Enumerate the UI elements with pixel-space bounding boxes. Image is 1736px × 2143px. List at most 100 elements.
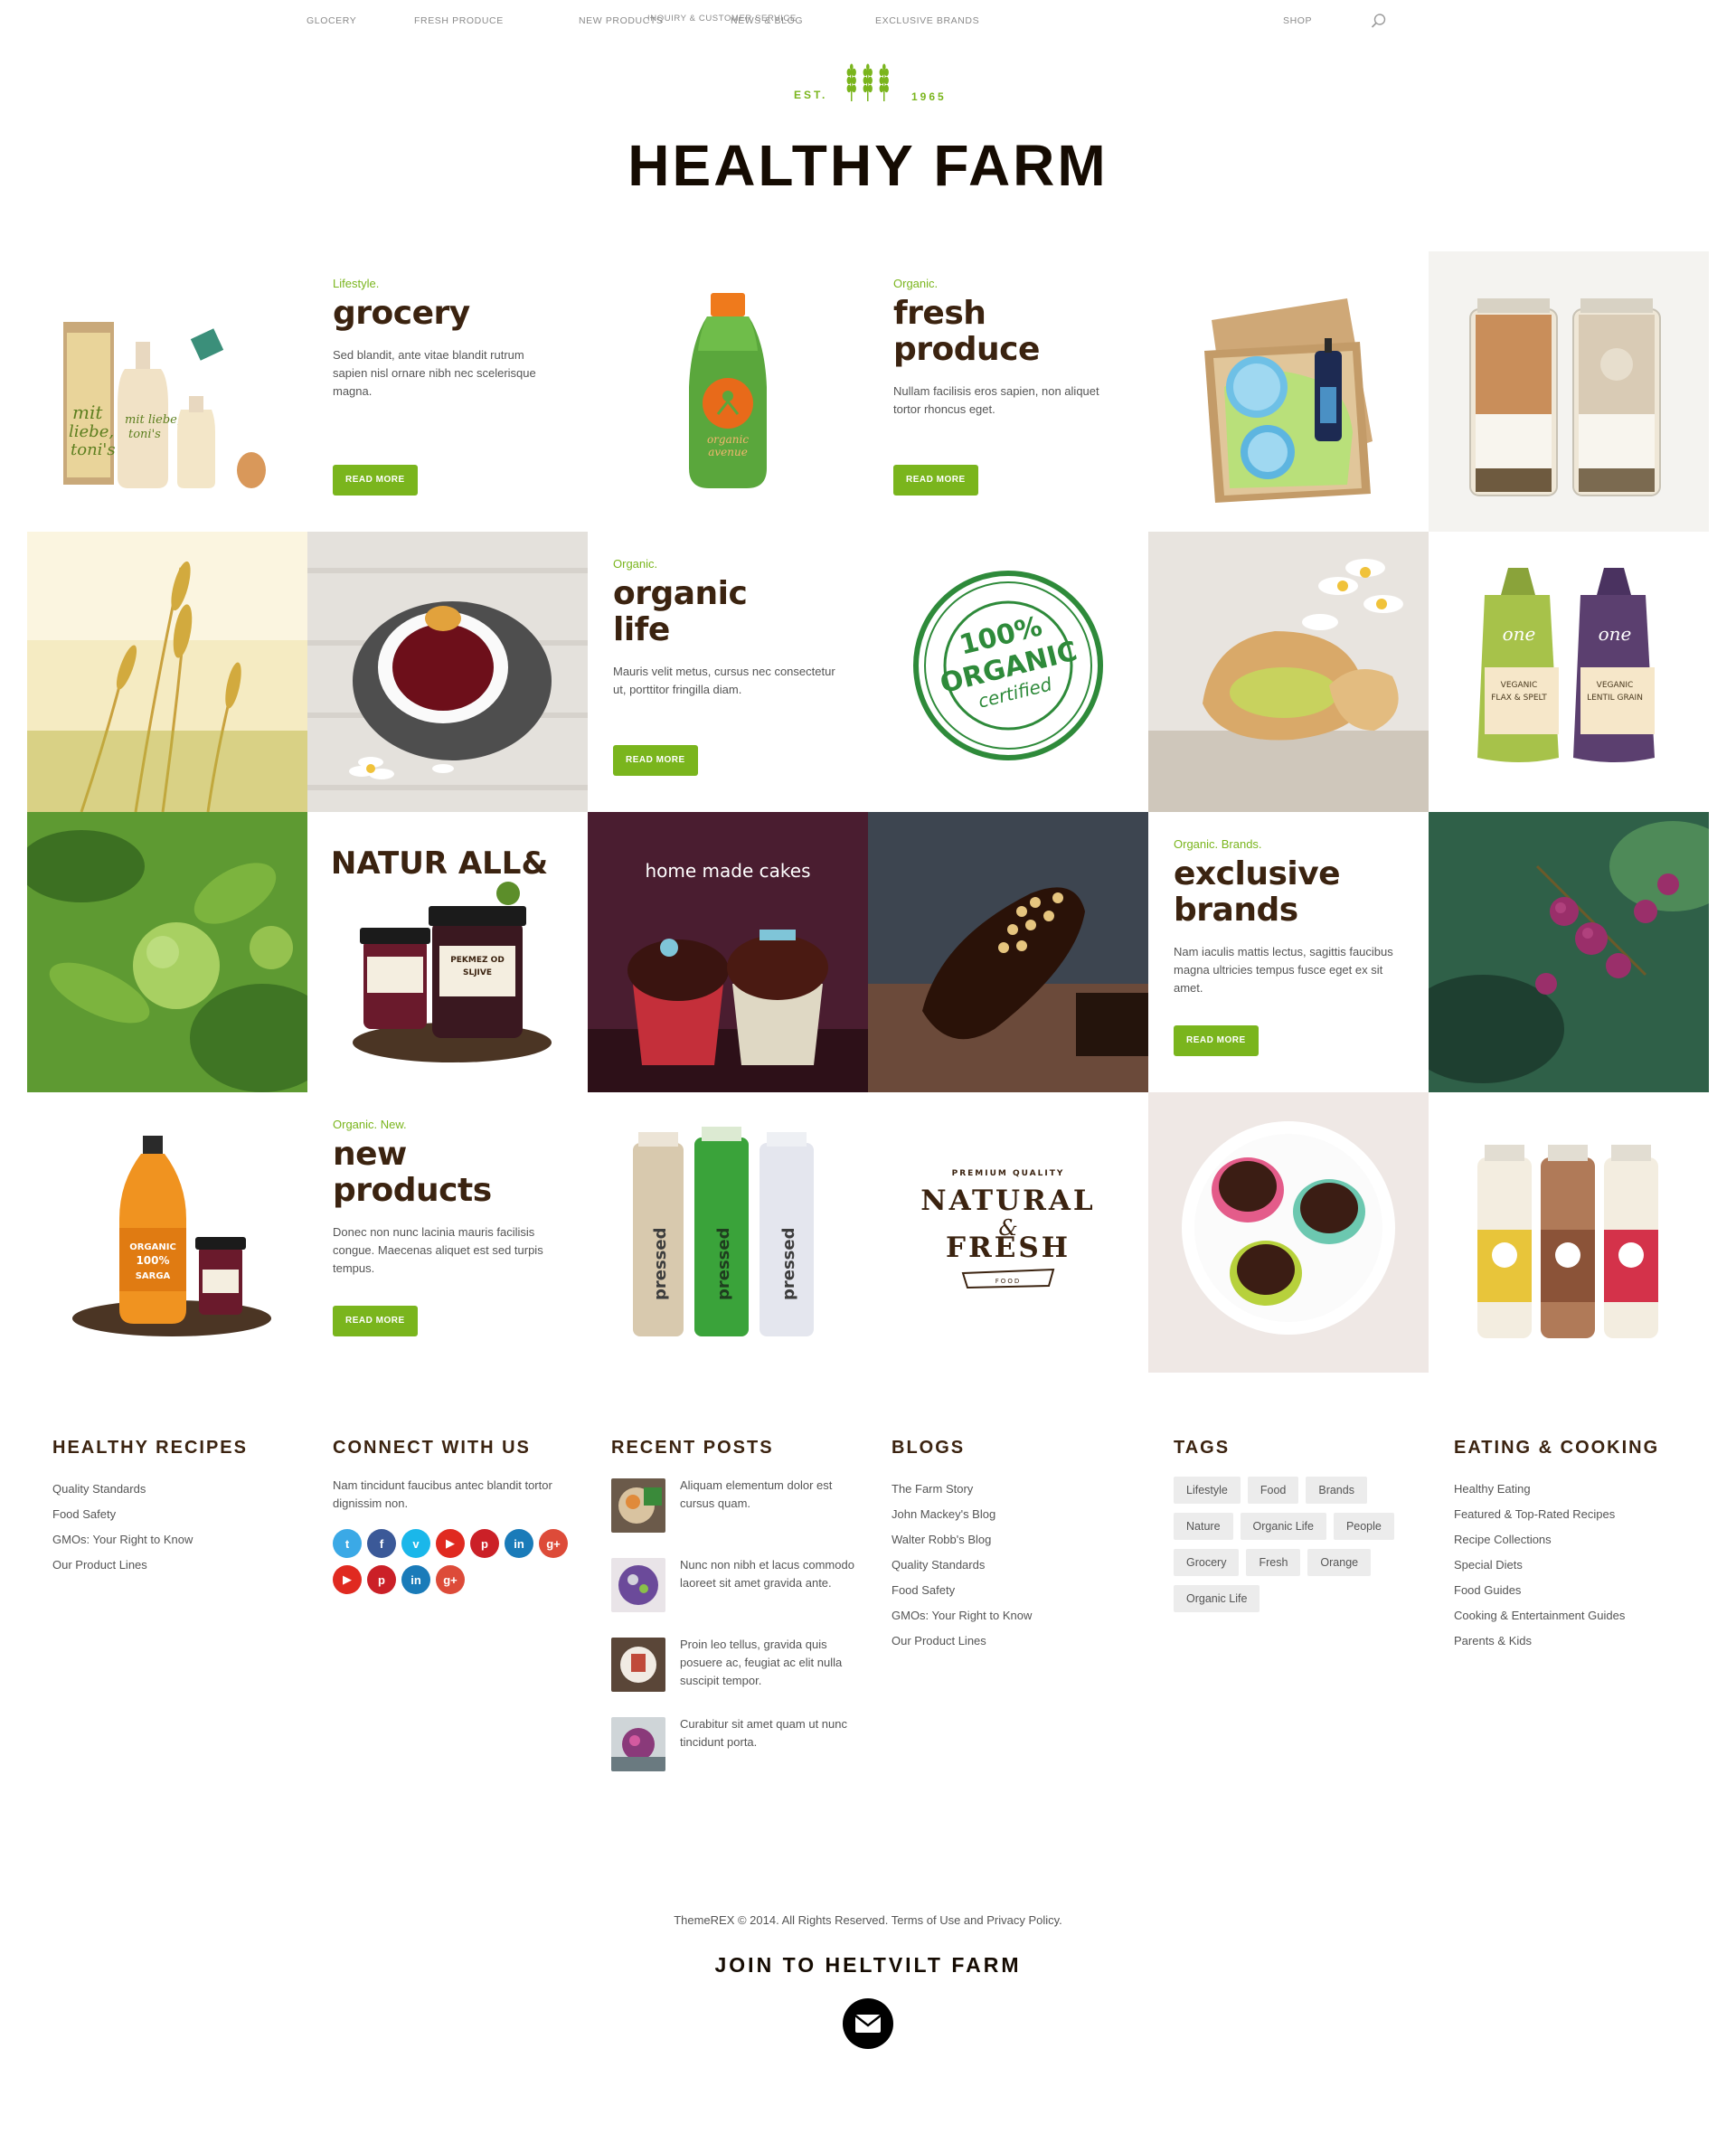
- wheat-field-image[interactable]: [27, 532, 307, 812]
- organic-life-read-more-button[interactable]: READ MORE: [613, 745, 698, 776]
- blogs-link[interactable]: Walter Robb's Blog: [892, 1527, 1032, 1553]
- google-plus-icon[interactable]: g+: [436, 1565, 465, 1594]
- muffins-plate-image[interactable]: [1148, 1092, 1429, 1373]
- blogs-link[interactable]: John Mackey's Blog: [892, 1502, 1032, 1527]
- pastry-flowers-image[interactable]: [1148, 532, 1429, 812]
- eating-link[interactable]: Special Diets: [1454, 1553, 1659, 1578]
- healthy-recipes-widget: HEALTHY RECIPES Quality Standards Food S…: [52, 1438, 248, 1578]
- home-made-cakes-image[interactable]: home made cakes: [588, 812, 868, 1092]
- eating-link[interactable]: Recipe Collections: [1454, 1527, 1659, 1553]
- eating-link[interactable]: Parents & Kids: [1454, 1628, 1659, 1654]
- search-icon[interactable]: [1371, 13, 1387, 29]
- site-title[interactable]: HEALTHY FARM: [0, 132, 1736, 199]
- tag[interactable]: Orange: [1307, 1549, 1372, 1576]
- twitter-icon[interactable]: t: [333, 1529, 362, 1558]
- tag[interactable]: Grocery: [1174, 1549, 1240, 1576]
- organic-certified-stamp-image[interactable]: 100% ORGANIC certified: [868, 532, 1148, 812]
- recipes-link[interactable]: Our Product Lines: [52, 1553, 248, 1578]
- blogs-link[interactable]: The Farm Story: [892, 1477, 1032, 1502]
- organic-life-kicker: Organic.: [613, 557, 658, 571]
- pressed-juices-image[interactable]: pressed pressed pressed: [588, 1092, 868, 1373]
- pinterest-icon[interactable]: p: [470, 1529, 499, 1558]
- nav-item-shop[interactable]: SHOP: [1283, 15, 1312, 26]
- grocery-text: Sed blandit, ante vitae blandit rutrum s…: [333, 348, 536, 398]
- blogs-link[interactable]: Quality Standards: [892, 1553, 1032, 1578]
- eating-link[interactable]: Featured & Top-Rated Recipes: [1454, 1502, 1659, 1527]
- tag[interactable]: Food: [1247, 1477, 1299, 1504]
- glass-jars-image[interactable]: [1429, 251, 1709, 532]
- post-thumbnail[interactable]: [611, 1717, 665, 1771]
- svg-text:mit liebe,: mit liebe,: [125, 413, 181, 427]
- linkedin-icon[interactable]: in: [401, 1565, 430, 1594]
- vimeo-icon[interactable]: v: [401, 1529, 430, 1558]
- google-plus-icon[interactable]: g+: [539, 1529, 568, 1558]
- eating-link[interactable]: Cooking & Entertainment Guides: [1454, 1603, 1659, 1628]
- pinterest-icon[interactable]: p: [367, 1565, 396, 1594]
- tag[interactable]: Organic Life: [1240, 1513, 1326, 1540]
- tag[interactable]: Organic Life: [1174, 1585, 1260, 1612]
- grocery-title[interactable]: grocery: [333, 296, 561, 332]
- organic-life-card: Organic. organic life Mauris velit metus…: [588, 532, 868, 812]
- exclusive-brands-read-more-button[interactable]: READ MORE: [1174, 1025, 1259, 1056]
- blogs-link[interactable]: Our Product Lines: [892, 1628, 1032, 1654]
- vegan-bread-bags-image[interactable]: one VEGANIC FLAX & SPELT one VEGANIC LEN…: [1429, 532, 1709, 812]
- tea-cup-image[interactable]: [307, 532, 588, 812]
- linkedin-icon[interactable]: in: [505, 1529, 533, 1558]
- tag[interactable]: Brands: [1306, 1477, 1367, 1504]
- organic-gift-box-image[interactable]: [1148, 251, 1429, 532]
- natural-fresh-logo-image[interactable]: PREMIUM QUALITY NATURAL & FRESH FOOD: [868, 1092, 1148, 1373]
- blogs-link[interactable]: GMOs: Your Right to Know: [892, 1603, 1032, 1628]
- recent-posts-title: RECENT POSTS: [611, 1438, 774, 1458]
- nav-item-fresh-produce[interactable]: FRESH PRODUCE: [414, 15, 504, 26]
- youtube-icon[interactable]: ▶: [436, 1529, 465, 1558]
- recent-post[interactable]: Nunc non nibh et lacus commodo laoreet s…: [611, 1556, 854, 1636]
- facebook-icon[interactable]: f: [367, 1529, 396, 1558]
- post-title[interactable]: Proin leo tellus, gravida quis posuere a…: [680, 1636, 861, 1690]
- post-thumbnail[interactable]: [611, 1558, 665, 1612]
- tag[interactable]: People: [1333, 1513, 1394, 1540]
- recipes-link[interactable]: GMOs: Your Right to Know: [52, 1527, 248, 1553]
- recent-post[interactable]: Proin leo tellus, gravida quis posuere a…: [611, 1636, 842, 1715]
- natur-all-jars-image[interactable]: NATUR ALL& PEKMEZ OD SLJIVE: [307, 812, 588, 1092]
- post-title[interactable]: Curabitur sit amet quam ut nunc tincidun…: [680, 1715, 861, 1751]
- almond-milk-bottles-image[interactable]: [1429, 1092, 1709, 1373]
- blogs-link[interactable]: Food Safety: [892, 1578, 1032, 1603]
- new-products-read-more-button[interactable]: READ MORE: [333, 1306, 418, 1336]
- fresh-produce-text: Nullam facilisis eros sapien, non alique…: [893, 384, 1099, 416]
- tag[interactable]: Lifestyle: [1174, 1477, 1241, 1504]
- green-juice-bottle-image[interactable]: organic avenue: [588, 251, 868, 532]
- nav-item-glocery[interactable]: GLOCERY: [307, 15, 356, 26]
- recent-post[interactable]: Curabitur sit amet quam ut nunc tincidun…: [611, 1715, 847, 1795]
- svg-text:PEKMEZ OD: PEKMEZ OD: [450, 956, 505, 965]
- grocery-read-more-button[interactable]: READ MORE: [333, 465, 418, 496]
- new-products-card: Organic. New. new products Donec non nun…: [307, 1092, 588, 1373]
- exclusive-brands-title[interactable]: exclusive brands: [1174, 856, 1354, 929]
- organic-life-title[interactable]: organic life: [613, 576, 758, 648]
- mail-subscribe-button[interactable]: [843, 1998, 893, 2049]
- recipes-link[interactable]: Quality Standards: [52, 1477, 248, 1502]
- post-title[interactable]: Aliquam elementum dolor est cursus quam.: [680, 1477, 861, 1513]
- berries-image[interactable]: [1429, 812, 1709, 1092]
- tag[interactable]: Nature: [1174, 1513, 1233, 1540]
- post-title[interactable]: Nunc non nibh et lacus commodo laoreet s…: [680, 1556, 861, 1592]
- svg-text:pressed: pressed: [714, 1228, 733, 1301]
- nav-item-exclusive-brands[interactable]: EXCLUSIVE BRANDS: [875, 15, 979, 26]
- recipes-link[interactable]: Food Safety: [52, 1502, 248, 1527]
- fresh-produce-read-more-button[interactable]: READ MORE: [893, 465, 978, 496]
- recent-post[interactable]: Aliquam elementum dolor est cursus quam.: [611, 1477, 832, 1556]
- green-apple-tree-image[interactable]: [27, 812, 307, 1092]
- post-thumbnail[interactable]: [611, 1638, 665, 1692]
- youtube-icon[interactable]: ▶: [333, 1565, 362, 1594]
- grocery-products-image[interactable]: mit liebe, toni's mit liebe, toni's: [27, 251, 307, 532]
- fresh-produce-title[interactable]: fresh produce: [893, 296, 1040, 368]
- svg-text:liebe,: liebe,: [69, 422, 114, 441]
- tag[interactable]: Fresh: [1246, 1549, 1301, 1576]
- chocolate-dessert-image[interactable]: [868, 812, 1148, 1092]
- sarga-repa-juice-image[interactable]: ORGANIC 100% SARGA: [27, 1092, 307, 1373]
- post-thumbnail[interactable]: [611, 1478, 665, 1533]
- eating-link[interactable]: Healthy Eating: [1454, 1477, 1659, 1502]
- new-products-title[interactable]: new products: [333, 1137, 492, 1209]
- svg-text:avenue: avenue: [708, 446, 748, 458]
- eating-link[interactable]: Food Guides: [1454, 1578, 1659, 1603]
- nav-item-news-blog[interactable]: NEWS & BLOG: [731, 15, 803, 26]
